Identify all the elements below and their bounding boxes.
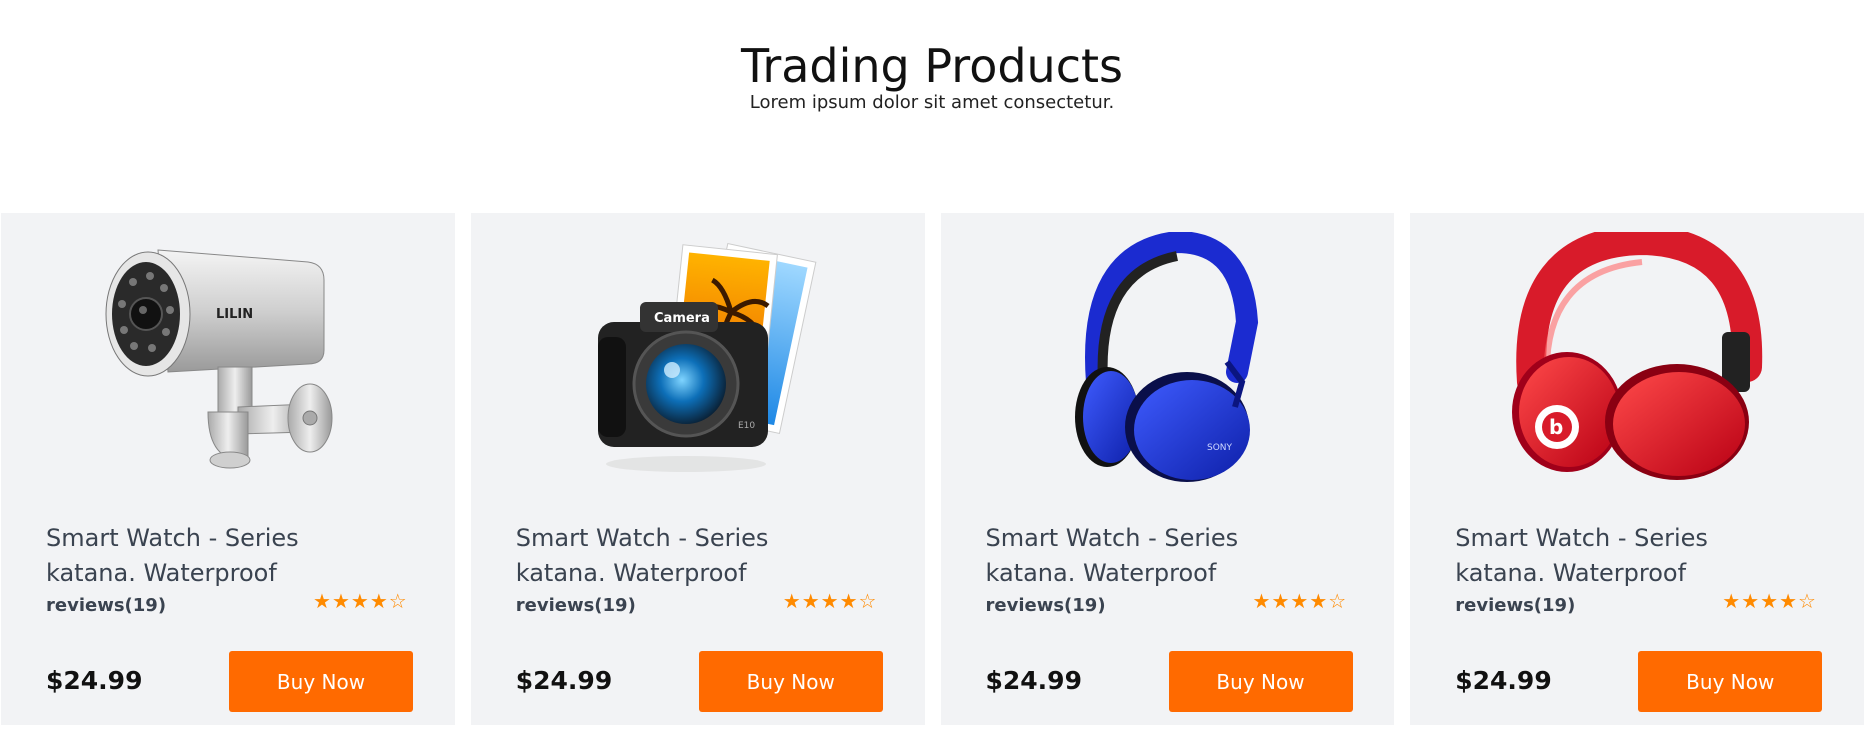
- rating-stars: ★★★★☆: [1253, 589, 1348, 613]
- star-filled-icon: ★: [331, 589, 351, 613]
- product-name[interactable]: Smart Watch - Series katana. Waterproof: [516, 521, 866, 591]
- svg-text:b: b: [1549, 415, 1563, 439]
- product-reviews: reviews(19): [1455, 595, 1576, 616]
- section-header: Trading Products Lorem ipsum dolor sit a…: [0, 0, 1864, 213]
- star-filled-icon: ★: [820, 589, 840, 613]
- product-image[interactable]: LILIN: [1, 227, 455, 497]
- product-image[interactable]: Camera E10: [471, 227, 925, 497]
- star-filled-icon: ★: [1252, 589, 1272, 613]
- product-price: $24.99: [515, 666, 613, 695]
- star-filled-icon: ★: [313, 589, 332, 613]
- product-name[interactable]: Smart Watch - Series katana. Waterproof: [986, 521, 1336, 591]
- buy-now-button[interactable]: Buy Now: [698, 651, 883, 712]
- star-empty-icon: ☆: [1798, 589, 1817, 613]
- camera-icon: Camera E10: [597, 242, 817, 472]
- product-card[interactable]: SONY Smart Watch - Series katana. Waterp…: [940, 213, 1395, 725]
- red-headphones-icon: b: [1512, 232, 1763, 480]
- product-card[interactable]: b Smart Watch - Series katana. Waterproo…: [1410, 213, 1864, 725]
- security-camera-icon: LILIN: [105, 249, 333, 469]
- star-empty-icon: ☆: [388, 589, 408, 613]
- product-price: $24.99: [985, 666, 1082, 695]
- star-filled-icon: ★: [801, 589, 821, 613]
- product-name[interactable]: Smart Watch - Series katana. Waterproof: [46, 521, 396, 591]
- svg-text:LILIN: LILIN: [216, 307, 253, 322]
- star-empty-icon: ☆: [1328, 589, 1348, 613]
- rating-stars: ★★★★☆: [313, 589, 408, 613]
- svg-text:SONY: SONY: [1207, 443, 1233, 453]
- section-title: Trading Products: [740, 39, 1123, 93]
- star-filled-icon: ★: [1722, 589, 1742, 613]
- product-card[interactable]: Camera E10 Smart Watch - Series katana. …: [470, 213, 925, 725]
- star-filled-icon: ★: [1290, 589, 1310, 613]
- product-grid: LILIN Smart Watch - Series katana. Water…: [0, 213, 1864, 725]
- rating-stars: ★★★★☆: [1722, 589, 1817, 613]
- star-filled-icon: ★: [782, 589, 802, 613]
- star-filled-icon: ★: [1741, 589, 1761, 613]
- star-filled-icon: ★: [369, 589, 389, 613]
- product-price: $24.99: [1455, 666, 1552, 695]
- svg-text:Camera: Camera: [654, 311, 710, 326]
- star-filled-icon: ★: [350, 589, 370, 613]
- blue-headphones-icon: SONY: [1075, 232, 1259, 482]
- product-reviews: reviews(19): [46, 595, 167, 616]
- product-image[interactable]: b: [1410, 227, 1864, 497]
- product-image[interactable]: SONY: [941, 227, 1395, 497]
- star-filled-icon: ★: [1760, 589, 1780, 613]
- star-filled-icon: ★: [839, 589, 859, 613]
- buy-now-button[interactable]: Buy Now: [1168, 651, 1353, 712]
- product-price: $24.99: [46, 666, 143, 695]
- star-filled-icon: ★: [1271, 589, 1291, 613]
- buy-now-button[interactable]: Buy Now: [1638, 651, 1823, 712]
- buy-now-button[interactable]: Buy Now: [229, 651, 413, 712]
- product-reviews: reviews(19): [515, 595, 636, 616]
- product-reviews: reviews(19): [985, 595, 1106, 616]
- section-subtitle: Lorem ipsum dolor sit amet consectetur.: [749, 92, 1115, 113]
- star-filled-icon: ★: [1309, 589, 1329, 613]
- svg-text:E10: E10: [738, 421, 755, 431]
- rating-stars: ★★★★☆: [783, 589, 878, 613]
- product-card[interactable]: LILIN Smart Watch - Series katana. Water…: [1, 213, 455, 725]
- star-empty-icon: ☆: [858, 589, 878, 613]
- product-name[interactable]: Smart Watch - Series katana. Waterproof: [1455, 521, 1805, 591]
- star-filled-icon: ★: [1779, 589, 1798, 613]
